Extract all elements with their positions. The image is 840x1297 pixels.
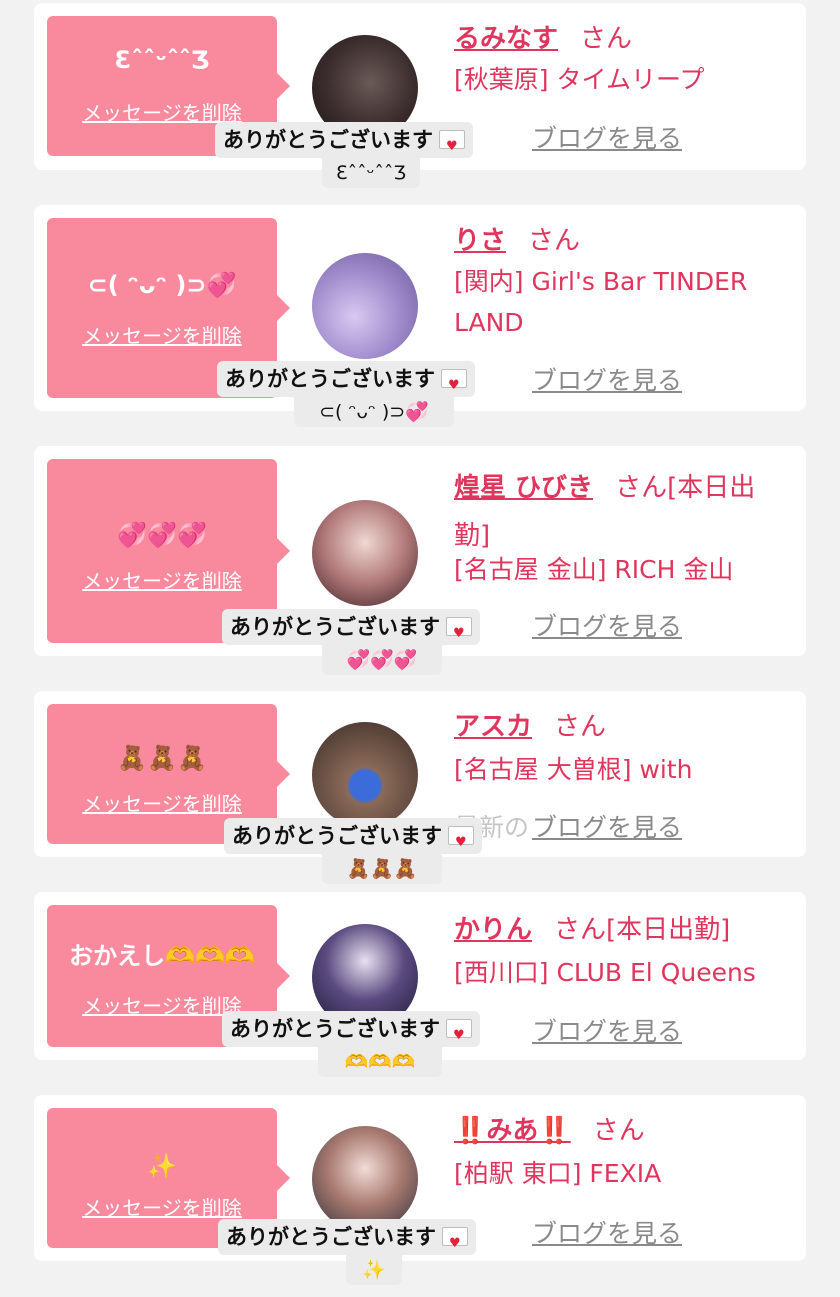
thanks-text: ありがとうございます [230,1017,440,1041]
view-blog-link[interactable]: ブログを見る [532,808,682,844]
thanks-toast-message: 🧸🧸🧸 [322,854,442,884]
shop-name: [名古屋 大曽根] with [454,755,693,784]
shop-name: [秋葉原] タイムリープ [454,65,705,94]
view-blog-link[interactable]: ブログを見る [532,361,682,397]
thanks-toast-message: 🫶🫶🫶 [318,1047,442,1077]
thanks-toast: ありがとうございます [215,122,473,165]
cast-name-line: アスカ さん [454,706,786,743]
thanks-text: ありがとうございます [226,1225,436,1249]
delete-message-link[interactable]: メッセージを削除 [47,788,277,817]
avatar[interactable] [312,722,418,828]
love-letter-icon [446,1018,472,1054]
love-letter-icon [448,825,474,861]
view-blog-link[interactable]: ブログを見る [532,119,682,155]
thanks-toast-message: ✨ [346,1255,402,1285]
avatar[interactable] [312,500,418,606]
thanks-text: ありがとうございます [223,128,433,152]
love-letter-icon [441,368,467,404]
thanks-toast: ありがとうございます [224,818,482,861]
message-text: おかえし🫶🫶🫶 [69,942,255,970]
cast-suffix: さん[本日出勤] [554,915,731,945]
delete-message-link[interactable]: メッセージを削除 [47,565,277,594]
delete-message-link[interactable]: メッセージを削除 [47,320,277,349]
cast-name-link[interactable]: かりん [454,915,532,945]
cast-name-link[interactable]: アスカ [454,712,532,742]
shop-name: [関内] Girl's Bar TINDER LAND [454,267,748,337]
thanks-toast-message: ƐˆˆᵕˆˆƷ [322,158,420,188]
cast-suffix: さん [580,24,633,54]
shop-name: [柏駅 東口] FEXIA [454,1159,662,1188]
view-blog-link[interactable]: ブログを見る [532,1012,682,1048]
cast-name-line: るみなす さん [454,18,786,55]
message-text: ⊂( ᵔᴗᵔ )⊃💞 [87,271,237,299]
view-blog-link[interactable]: ブログを見る [532,1214,682,1250]
cast-name-link[interactable]: りさ [454,226,506,256]
delete-message-link[interactable]: メッセージを削除 [47,1192,277,1221]
thanks-text: ありがとうございます [232,824,442,848]
thanks-toast-message: ⊂( ᵔᴗᵔ )⊃💞 [294,397,454,427]
thanks-toast-message: 💞💞💞 [322,645,442,675]
message-text: 💞💞💞 [117,521,207,549]
message-text: 🧸🧸🧸 [117,744,207,772]
cast-name-link[interactable]: るみなす [454,24,558,54]
thanks-toast: ありがとうございます [218,1219,476,1262]
cast-name-line: ‼️みあ‼️ さん [454,1110,786,1147]
love-letter-icon [442,1226,468,1262]
view-blog-link[interactable]: ブログを見る [532,607,682,643]
avatar[interactable] [312,1126,418,1232]
avatar[interactable] [312,253,418,359]
cast-suffix: さん [592,1116,645,1146]
thanks-text: ありがとうございます [230,615,440,639]
thanks-toast: ありがとうございます [217,361,475,404]
thanks-toast: ありがとうございます [222,1011,480,1054]
love-letter-icon [446,616,472,652]
message-text: ƐˆˆᵕˆˆƷ [114,46,210,74]
message-text: ✨ [147,1152,177,1180]
cast-name-link[interactable]: ‼️みあ‼️ [454,1116,571,1146]
shop-name: [西川口] CLUB El Queens [454,958,756,987]
thanks-text: ありがとうございます [225,367,435,391]
shop-name: [名古屋 金山] RICH 金山 [454,555,734,584]
cast-name-link[interactable]: 煌星 ひびき [454,473,593,503]
cast-name-line: かりん さん[本日出勤] [454,909,786,946]
love-letter-icon [439,129,465,165]
cast-name-line: 煌星 ひびき さん[本日出勤] [454,464,786,560]
cast-suffix: さん [554,712,607,742]
cast-suffix: さん [528,226,581,256]
cast-name-line: りさ さん [454,220,786,257]
thanks-toast: ありがとうございます [222,609,480,652]
